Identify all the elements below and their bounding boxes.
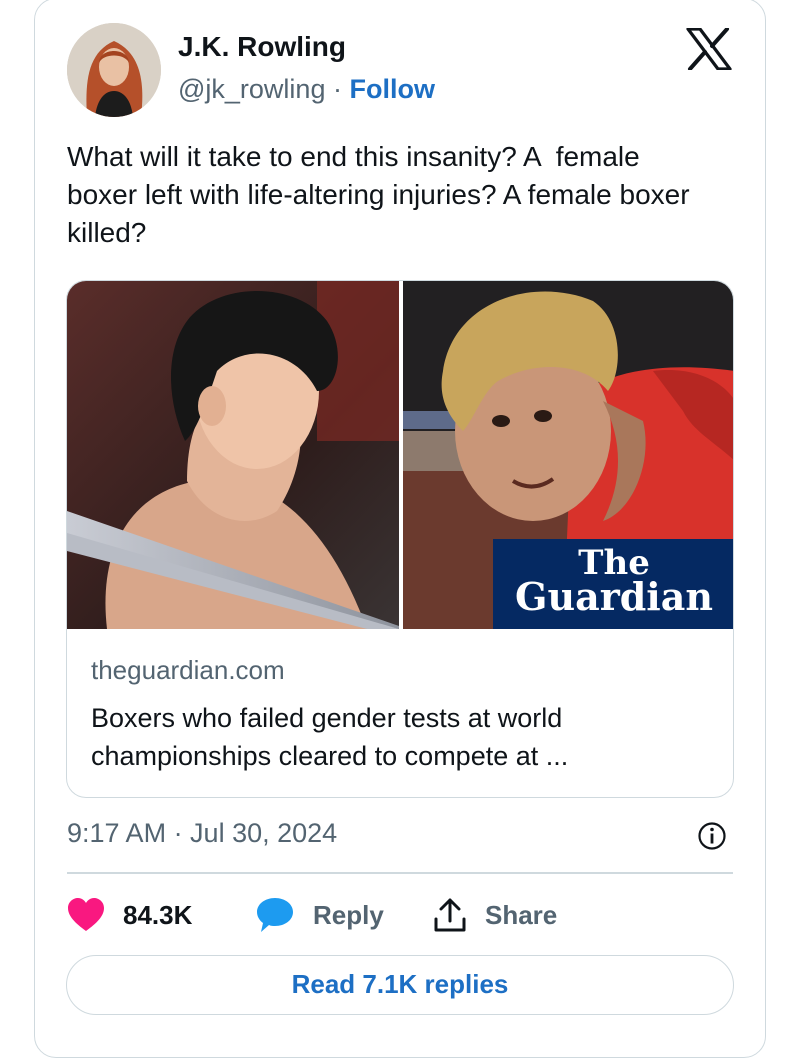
speech-bubble-icon — [257, 898, 293, 932]
reply-label: Reply — [313, 899, 384, 930]
tweet-text: What will it take to end this insanity? … — [67, 141, 698, 248]
separator-dot: · — [332, 74, 342, 104]
guardian-logo: The Guardian — [493, 539, 733, 629]
x-logo-icon[interactable] — [686, 28, 732, 70]
share-arrow-icon — [434, 898, 466, 932]
reply-button[interactable]: Reply — [255, 895, 384, 935]
like-count: 84.3K — [123, 899, 193, 930]
author-handle[interactable]: @jk_rowling — [178, 74, 325, 104]
follow-button[interactable]: Follow — [350, 74, 435, 104]
info-icon[interactable] — [697, 821, 727, 851]
boxer-photo-left — [67, 281, 399, 629]
divider — [67, 872, 733, 874]
guardian-logo-guardian: Guardian — [515, 574, 713, 619]
author-avatar[interactable] — [67, 23, 161, 117]
tweet-timestamp[interactable]: 9:17 AM · Jul 30, 2024 — [67, 818, 337, 849]
boxer-photo-right: The Guardian — [403, 281, 733, 629]
author-name[interactable]: J.K. Rowling — [178, 31, 346, 63]
share-label: Share — [485, 899, 558, 930]
link-preview-card[interactable]: The Guardian theguardian.com Boxers who … — [66, 280, 734, 798]
link-headline: Boxers who failed gender tests at world … — [91, 703, 569, 771]
avatar-photo — [67, 23, 161, 117]
read-replies-button[interactable]: Read 7.1K replies — [66, 955, 734, 1015]
link-domain: theguardian.com — [91, 655, 285, 685]
share-button[interactable]: Share — [433, 895, 557, 935]
heart-icon — [68, 898, 104, 931]
handle-line: @jk_rowling · Follow — [178, 74, 435, 105]
like-button[interactable]: 84.3K — [67, 895, 192, 935]
